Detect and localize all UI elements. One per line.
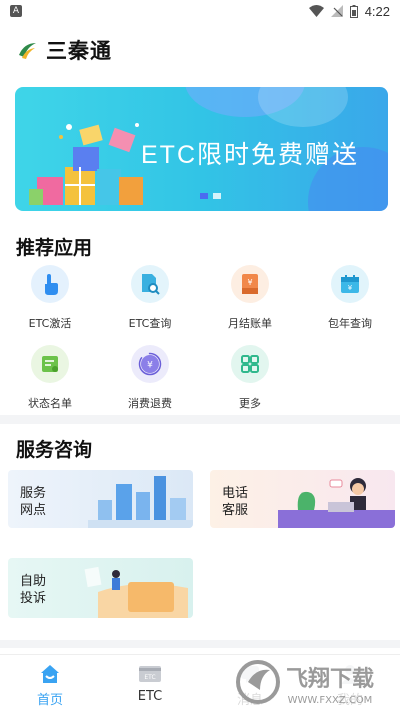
app-icon-bg: ¥ xyxy=(131,345,169,383)
app-label: 更多 xyxy=(239,397,261,410)
card-label-line: 客服 xyxy=(222,503,249,518)
app-label: ETC查询 xyxy=(128,317,172,330)
app-annual-query[interactable]: ¥ 包年查询 xyxy=(300,265,400,331)
svg-text:飞翔下载: 飞翔下载 xyxy=(286,666,374,692)
app-label: 月结账单 xyxy=(228,317,272,330)
tab-label: ETC xyxy=(137,689,163,704)
svg-text:ETC: ETC xyxy=(144,674,155,681)
app-icon-bg: ¥ xyxy=(331,265,369,303)
document-search-icon xyxy=(142,274,160,295)
app-refund[interactable]: ¥ 消费退费 xyxy=(100,345,200,411)
svg-text:WWW.FXXZ.COM: WWW.FXXZ.COM xyxy=(288,695,373,706)
app-logo-icon xyxy=(19,43,36,59)
notification-badge: A xyxy=(10,5,22,17)
app-label: 消费退费 xyxy=(128,397,172,410)
card-label-line: 投诉 xyxy=(20,591,47,606)
tab-home[interactable]: 首页 xyxy=(0,655,100,715)
pagination-dot xyxy=(213,193,221,199)
app-status-list[interactable]: 状态名单 xyxy=(0,345,100,411)
service-card-complaint[interactable]: 自助 投诉 xyxy=(8,558,193,618)
calendar-icon: ¥ xyxy=(341,275,359,293)
card-label-line: 服务 xyxy=(20,486,47,501)
svg-text:¥: ¥ xyxy=(147,361,153,371)
svg-text:¥: ¥ xyxy=(247,278,252,287)
banner-text: ETC限时免费赠送 xyxy=(141,141,360,169)
app-label: ETC激活 xyxy=(28,317,72,330)
signal-icon xyxy=(330,5,343,17)
banner-decoration xyxy=(258,87,348,127)
banner-pagination xyxy=(200,193,221,199)
section-title-recommended: 推荐应用 xyxy=(16,237,93,259)
home-icon xyxy=(38,663,62,685)
service-card-label: 电话 客服 xyxy=(222,485,262,519)
battery-icon xyxy=(349,4,358,18)
etc-card-icon: ETC xyxy=(138,663,162,685)
app-header: 三秦通 xyxy=(0,30,400,70)
app-label: 状态名单 xyxy=(28,397,72,410)
customer-service-illustration xyxy=(278,478,395,528)
bill-icon: ¥ xyxy=(242,274,258,294)
card-label-line: 电话 xyxy=(222,486,249,501)
clock: 4:22 xyxy=(364,3,390,19)
service-card-label: 服务 网点 xyxy=(20,485,60,519)
wifi-icon xyxy=(308,5,324,17)
service-card-outlets[interactable]: 服务 网点 xyxy=(8,470,193,528)
app-label: 包年查询 xyxy=(328,317,372,330)
promo-banner[interactable]: ETC限时免费赠送 xyxy=(15,87,388,211)
app-icon-bg xyxy=(31,265,69,303)
app-etc-query[interactable]: ETC查询 xyxy=(100,265,200,331)
status-bar: A 4:22 xyxy=(0,0,400,22)
app-icon-bg xyxy=(31,345,69,383)
app-title: 三秦通 xyxy=(46,39,112,63)
refund-icon: ¥ xyxy=(138,352,162,376)
svg-text:¥: ¥ xyxy=(348,284,353,292)
app-more[interactable]: 更多 xyxy=(200,345,300,411)
app-etc-activate[interactable]: ETC激活 xyxy=(0,265,100,331)
city-buildings-illustration xyxy=(88,476,193,528)
complaint-illustration xyxy=(84,566,188,618)
grid-more-icon xyxy=(241,355,259,373)
pagination-dot xyxy=(200,193,208,199)
service-card-label: 自助 投诉 xyxy=(20,573,60,607)
hand-tap-icon xyxy=(45,274,58,295)
app-icon-bg: ¥ xyxy=(231,265,269,303)
tab-label: 首页 xyxy=(36,693,63,708)
section-title-services: 服务咨询 xyxy=(16,439,93,461)
service-card-hotline[interactable]: 电话 客服 xyxy=(210,470,395,528)
gift-boxes-illustration xyxy=(29,123,143,205)
card-label-line: 自助 xyxy=(20,574,47,589)
app-icon-bg xyxy=(231,345,269,383)
section-divider xyxy=(0,415,400,424)
card-label-line: 网点 xyxy=(20,503,47,518)
app-monthly-bill[interactable]: ¥ 月结账单 xyxy=(200,265,300,331)
watermark-logo: 飞翔下载 WWW.FXXZ.COM xyxy=(234,656,390,712)
section-divider xyxy=(0,640,400,648)
app-icon-bg xyxy=(131,265,169,303)
status-list-icon xyxy=(42,356,58,372)
tab-etc[interactable]: ETC ETC xyxy=(100,655,200,715)
